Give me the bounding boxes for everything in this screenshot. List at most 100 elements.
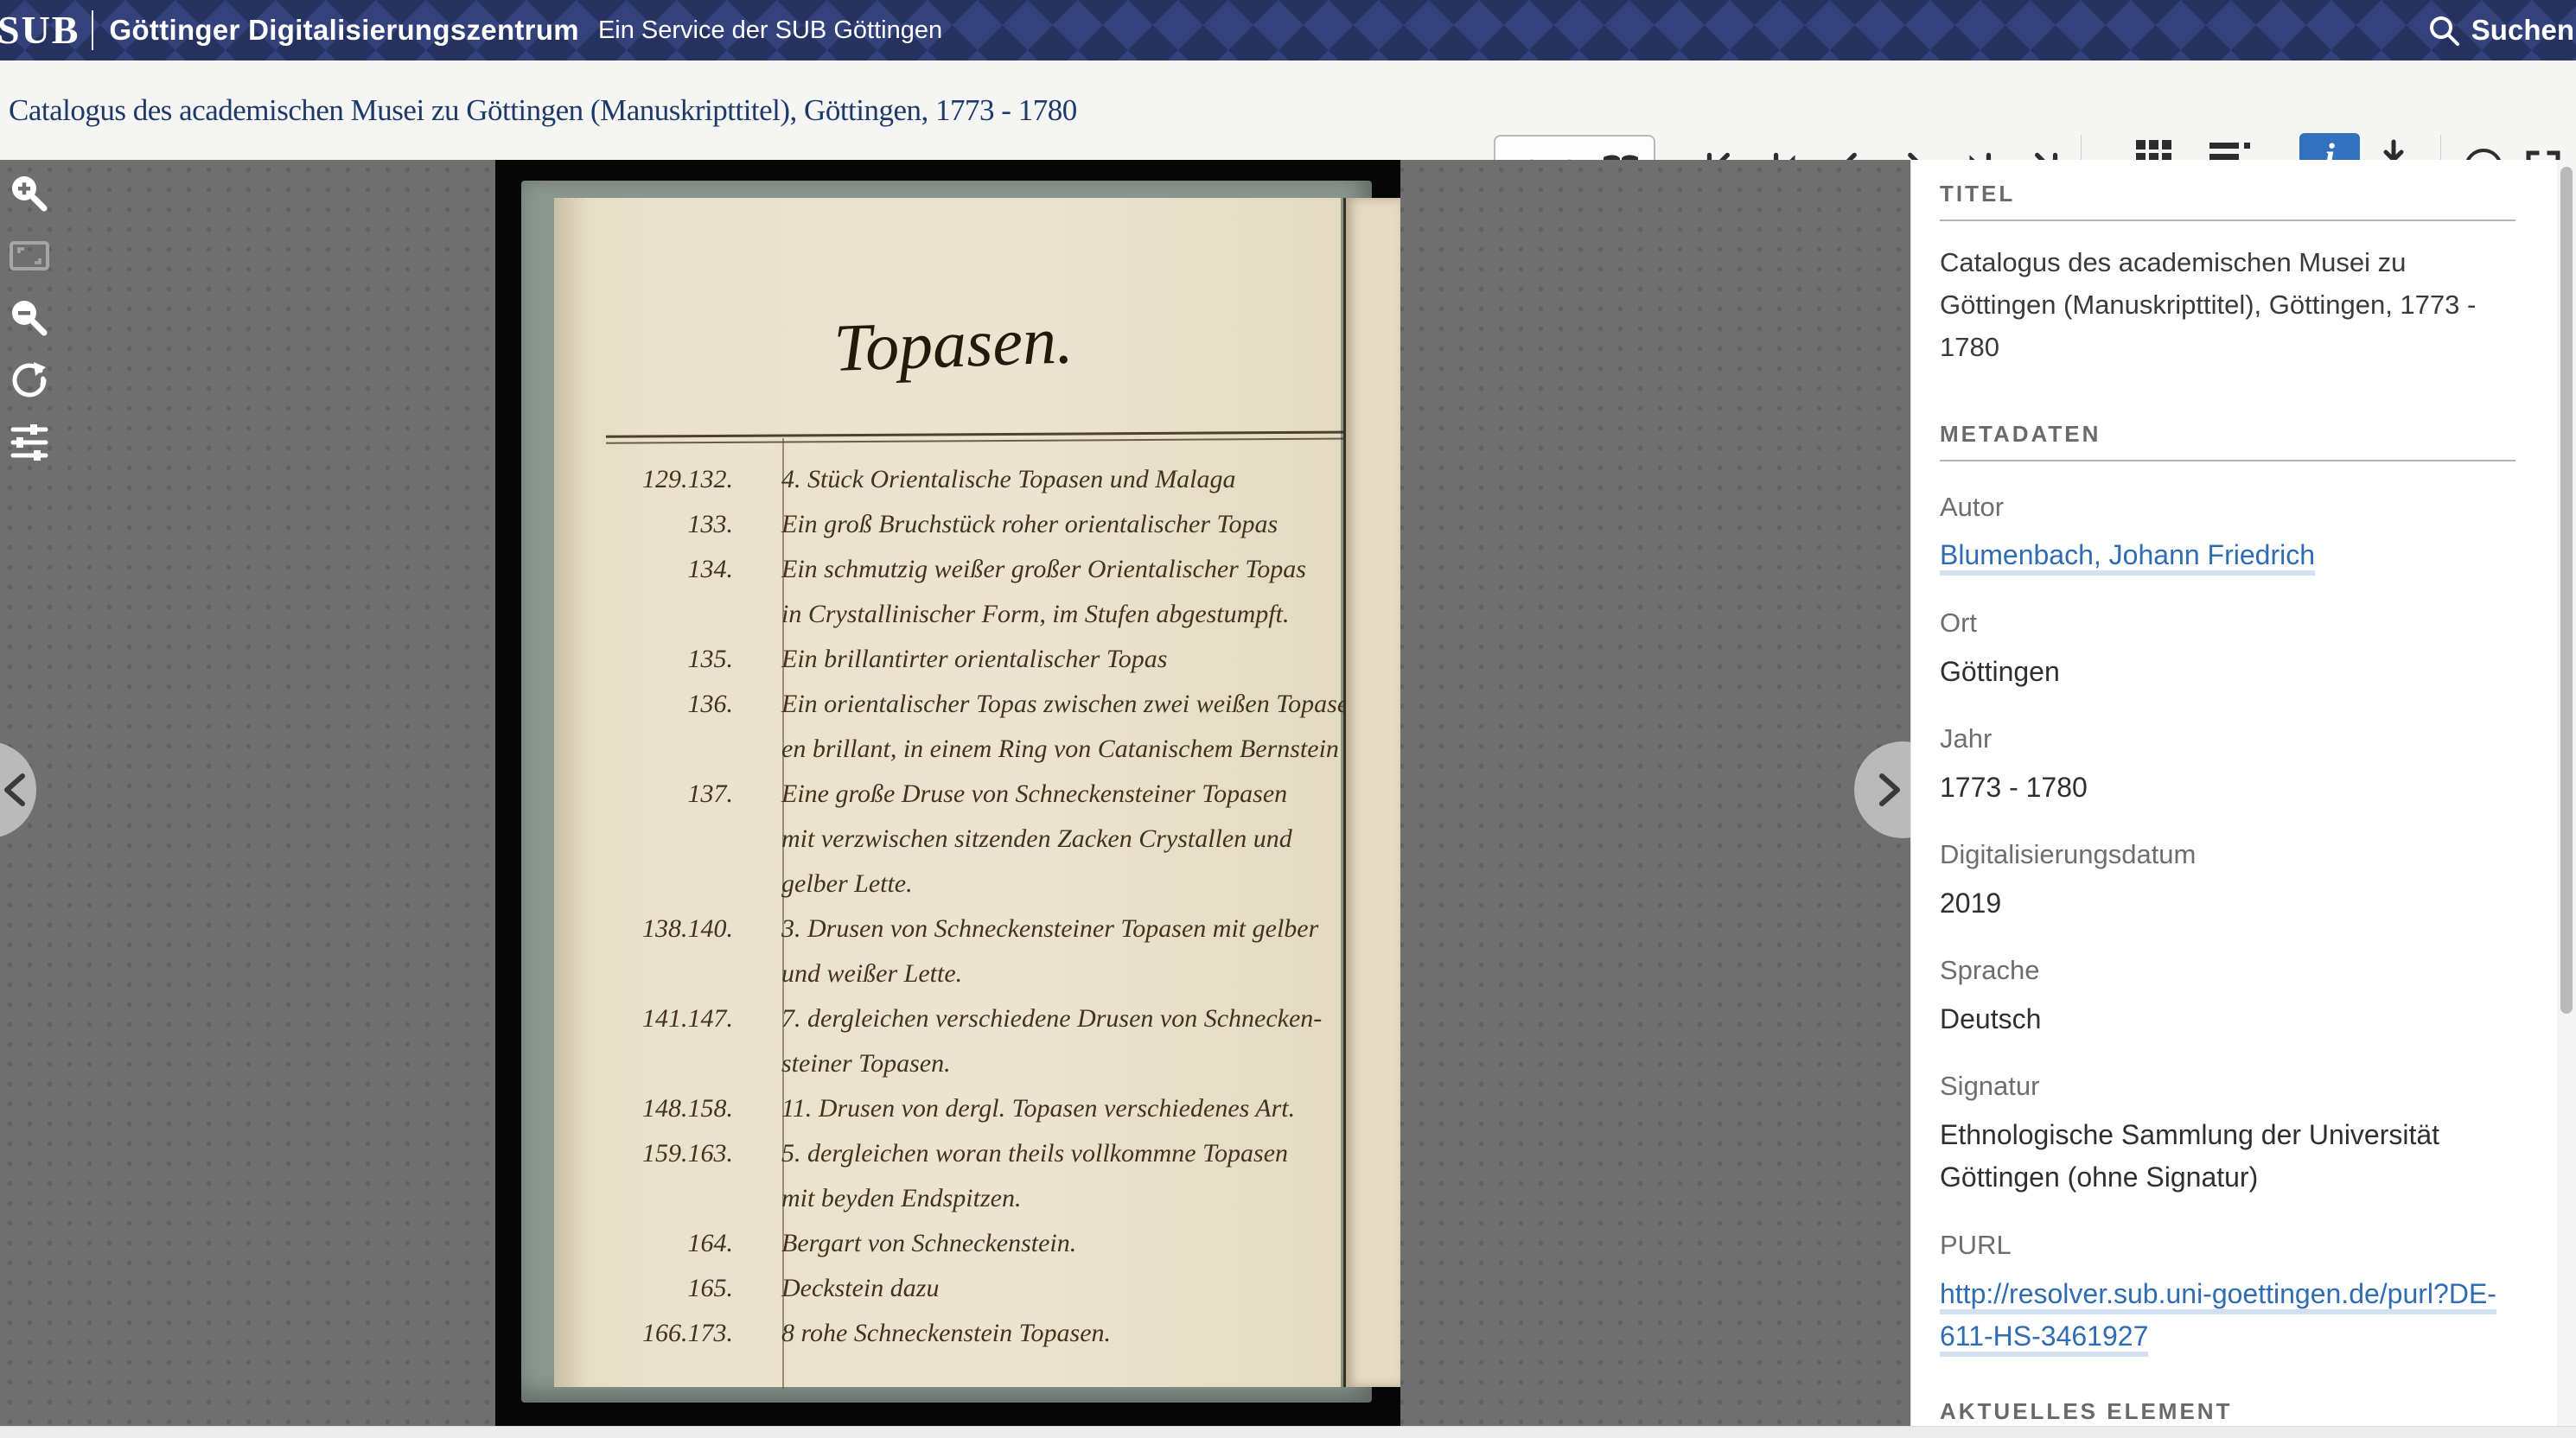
zoom-out-icon[interactable] xyxy=(7,296,52,340)
next-page-overlay-button[interactable] xyxy=(1854,741,1910,838)
metadata-field: Sprache Deutsch xyxy=(1940,951,2515,1040)
entry-number xyxy=(577,727,750,772)
entry-text: 3. Drusen von Schneckensteiner Topasen m… xyxy=(750,907,1343,951)
entry-number: 138.140. xyxy=(577,907,750,951)
entry-number xyxy=(577,817,750,862)
manuscript-entry-row: gelber Lette. xyxy=(577,862,1343,907)
section-rule xyxy=(1940,460,2515,461)
manuscript-entry-row: 166.173. 8 rohe Schneckenstein Topasen. xyxy=(577,1311,1343,1356)
metadata-field: Signatur Ethnologische Sammlung der Univ… xyxy=(1940,1066,2515,1199)
metadata-value: Ethnologische Sammlung der Universität G… xyxy=(1940,1114,2515,1199)
image-viewer-canvas: Topasen. 129.132. 4. Stück Orientalische… xyxy=(0,160,1910,1426)
metadata-value: Deutsch xyxy=(1940,998,2515,1041)
manuscript-entry-row: 148.158. 11. Drusen von dergl. Topasen v… xyxy=(577,1086,1343,1131)
previous-page-overlay-button[interactable] xyxy=(0,741,36,838)
manuscript-entry-row: 136. Ein orientalischer Topas zwischen z… xyxy=(577,682,1343,727)
dzg-viewer-window: SUB Göttinger Digitalisierungszentrum Ei… xyxy=(0,0,2576,1438)
entry-number xyxy=(577,951,750,996)
search-button[interactable]: Suchen xyxy=(2426,13,2576,48)
entry-text: mit verzwischen sitzenden Zacken Crystal… xyxy=(750,817,1343,862)
manuscript-entry-row: 165. Deckstein dazu xyxy=(577,1266,1343,1311)
metadata-value-link[interactable]: Blumenbach, Johann Friedrich xyxy=(1940,534,2515,577)
entry-number: 135. xyxy=(577,637,750,682)
entry-text: und weißer Lette. xyxy=(750,951,1343,996)
manuscript-entry-row: 164. Bergart von Schneckenstein. xyxy=(577,1221,1343,1266)
entry-text: mit beyden Endspitzen. xyxy=(750,1176,1343,1221)
manuscript-entry-row: 138.140. 3. Drusen von Schneckensteiner … xyxy=(577,907,1343,951)
metadata-label: PURL xyxy=(1940,1225,2515,1266)
search-icon xyxy=(2426,13,2461,48)
entry-number: 159.163. xyxy=(577,1131,750,1176)
entry-text: Ein orientalischer Topas zwischen zwei w… xyxy=(750,682,1343,727)
manuscript-entry-row: en brillant, in einem Ring von Catanisch… xyxy=(577,727,1343,772)
manuscript-entry-row: mit beyden Endspitzen. xyxy=(577,1176,1343,1221)
chevron-right-icon xyxy=(1875,771,1904,809)
breadcrumb-document-title[interactable]: Catalogus des academischen Musei zu Gött… xyxy=(9,93,1077,128)
sub-logo[interactable]: SUB xyxy=(0,0,80,60)
manuscript-entry-row: mit verzwischen sitzenden Zacken Crystal… xyxy=(577,817,1343,862)
metadata-label: Signatur xyxy=(1940,1066,2515,1107)
entry-number: 165. xyxy=(577,1266,750,1311)
app-subtitle: Ein Service der SUB Göttingen xyxy=(598,16,942,45)
metadata-field: Digitalisierungsdatum 2019 xyxy=(1940,835,2515,925)
entry-text: gelber Lette. xyxy=(750,862,1343,907)
entry-number: 141.147. xyxy=(577,996,750,1041)
chevron-left-icon xyxy=(0,771,29,809)
entry-number: 136. xyxy=(577,682,750,727)
entry-text: en brillant, in einem Ring von Catanisch… xyxy=(750,727,1343,772)
entry-text: Eine große Druse von Schneckensteiner To… xyxy=(750,772,1343,817)
manuscript-entry-row: 141.147. 7. dergleichen verschiedene Dru… xyxy=(577,996,1343,1041)
metadata-label: Jahr xyxy=(1940,719,2515,760)
entry-number xyxy=(577,862,750,907)
manuscript-entry-row: 129.132. 4. Stück Orientalische Topasen … xyxy=(577,457,1343,502)
metadata-value: 2019 xyxy=(1940,882,2515,926)
search-label: Suchen xyxy=(2471,14,2574,47)
app-header: SUB Göttinger Digitalisierungszentrum Ei… xyxy=(0,0,2576,60)
manuscript-entries: 129.132. 4. Stück Orientalische Topasen … xyxy=(577,457,1343,1356)
manuscript-entry-row: 159.163. 5. dergleichen woran theils vol… xyxy=(577,1131,1343,1176)
metadata-value: Göttingen xyxy=(1940,651,2515,694)
image-adjust-icon[interactable] xyxy=(7,420,52,465)
info-panel: TITEL Catalogus des academischen Musei z… xyxy=(1910,160,2576,1426)
manuscript-entry-row: und weißer Lette. xyxy=(577,951,1343,996)
entry-text: Ein schmutzig weißer großer Orientalisch… xyxy=(750,547,1343,592)
entry-text: in Crystallinischer Form, im Stufen abge… xyxy=(750,592,1343,637)
metadata-field: Autor Blumenbach, Johann Friedrich xyxy=(1940,487,2515,577)
app-title[interactable]: Göttinger Digitalisierungszentrum xyxy=(109,14,578,47)
fit-to-screen-icon[interactable] xyxy=(7,233,52,278)
metadata-label: Digitalisierungsdatum xyxy=(1940,835,2515,875)
manuscript-entry-row: steiner Topasen. xyxy=(577,1041,1343,1086)
section-rule xyxy=(1940,220,2515,221)
entry-text: 4. Stück Orientalische Topasen und Malag… xyxy=(750,457,1343,502)
entry-number: 164. xyxy=(577,1221,750,1266)
entry-number xyxy=(577,1176,750,1221)
entry-text: Ein brillantirter orientalischer Topas xyxy=(750,637,1343,682)
manuscript-entry-row: 137. Eine große Druse von Schneckenstein… xyxy=(577,772,1343,817)
panel-scrollbar xyxy=(2557,160,2576,1426)
metadata-label: Autor xyxy=(1940,487,2515,528)
entry-text: 7. dergleichen verschiedene Drusen von S… xyxy=(750,996,1343,1041)
panel-scrollbar-thumb[interactable] xyxy=(2560,167,2573,1014)
metadata-value-link[interactable]: http://resolver.sub.uni-goettingen.de/pu… xyxy=(1940,1273,2515,1358)
rotate-icon[interactable] xyxy=(7,358,52,403)
facing-page-edge xyxy=(1343,198,1400,1387)
metadata-field: PURL http://resolver.sub.uni-goettingen.… xyxy=(1940,1225,2515,1358)
entry-text: steiner Topasen. xyxy=(750,1041,1343,1086)
entry-number: 137. xyxy=(577,772,750,817)
zoom-in-icon[interactable] xyxy=(7,171,52,216)
titel-section-header: TITEL xyxy=(1940,181,2515,207)
entry-text: 11. Drusen von dergl. Topasen verschiede… xyxy=(750,1086,1343,1131)
titel-value: Catalogus des academischen Musei zu Gött… xyxy=(1940,242,2515,369)
entry-number xyxy=(577,1041,750,1086)
entry-number: 148.158. xyxy=(577,1086,750,1131)
manuscript-scan[interactable]: Topasen. 129.132. 4. Stück Orientalische… xyxy=(495,160,1400,1426)
entry-text: Bergart von Schneckenstein. xyxy=(750,1221,1343,1266)
header-divider xyxy=(92,10,93,50)
manuscript-entry-row: in Crystallinischer Form, im Stufen abge… xyxy=(577,592,1343,637)
current-element-section-header: AKTUELLES ELEMENT xyxy=(1940,1398,2515,1425)
entry-text: Ein groß Bruchstück roher orientalischer… xyxy=(750,502,1343,547)
manuscript-heading: Topasen. xyxy=(797,300,1111,389)
entry-text: Deckstein dazu xyxy=(750,1266,1343,1311)
entry-text: 5. dergleichen woran theils vollkommne T… xyxy=(750,1131,1343,1176)
manuscript-entry-row: 135. Ein brillantirter orientalischer To… xyxy=(577,637,1343,682)
